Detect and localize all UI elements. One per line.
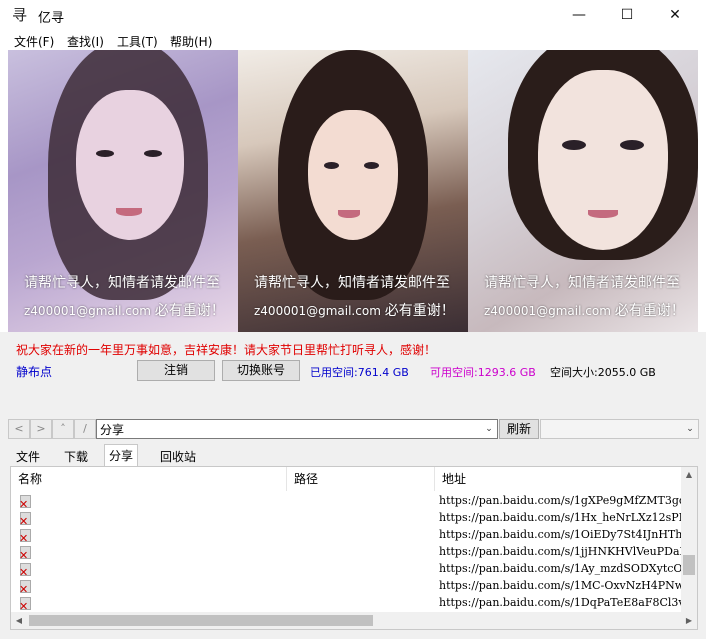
- photo-face: [538, 70, 668, 250]
- column-header-path[interactable]: 路径: [287, 467, 435, 491]
- path-value: 分享: [100, 423, 125, 437]
- row-url: https://pan.baidu.com/s/1MC-OxvNzH4PNw6l: [439, 579, 681, 592]
- path-combobox[interactable]: 分享 ⌄: [96, 419, 498, 439]
- back-button[interactable]: <: [8, 419, 30, 439]
- broken-file-icon: ✕: [19, 512, 31, 527]
- available-space-text: 可用空间:1293.6 GB: [430, 366, 536, 379]
- menu-tools[interactable]: 工具(T): [117, 33, 158, 50]
- total-space-text: 空间大小:2055.0 GB: [550, 366, 656, 379]
- broken-file-icon: ✕: [19, 597, 31, 612]
- row-url: https://pan.baidu.com/s/1OiEDy7St4IJnHTh: [439, 528, 681, 541]
- broken-file-icon: ✕: [19, 546, 31, 561]
- row-url: https://pan.baidu.com/s/1Ay_mzdSODXytcOU: [439, 562, 681, 575]
- row-url: https://pan.baidu.com/s/1DqPaTeE8aF8Cl3v: [439, 596, 681, 609]
- secondary-combobox[interactable]: ⌄: [540, 419, 699, 439]
- forward-button[interactable]: >: [30, 419, 52, 439]
- vertical-scrollbar[interactable]: ▲: [681, 467, 697, 612]
- thanks-text: 必有重谢！: [384, 303, 455, 319]
- broken-file-icon: ✕: [19, 495, 31, 510]
- row-url: https://pan.baidu.com/s/1gXPe9gMfZMT3gqW: [439, 494, 681, 507]
- photo-email-line: z400001@gmail.com 必有重谢！: [24, 300, 225, 320]
- row-url: https://pan.baidu.com/s/1Hx_heNrLXz12sPK: [439, 511, 681, 524]
- scroll-right-icon[interactable]: ▶: [681, 612, 697, 629]
- tab-share[interactable]: 分享: [104, 444, 139, 467]
- broken-file-icon: ✕: [19, 529, 31, 544]
- app-window: 寻 亿寻 — ☐ ✕ 文件(F) 查找(I) 工具(T) 帮助(H) 请帮忙寻人…: [0, 0, 706, 639]
- close-button[interactable]: ✕: [652, 0, 698, 30]
- photo-face: [308, 110, 398, 240]
- photo-caption: 请帮忙寻人，知情者请发邮件至: [254, 275, 450, 291]
- photo-caption: 请帮忙寻人，知情者请发邮件至: [484, 275, 680, 291]
- column-header-name[interactable]: 名称: [11, 467, 287, 491]
- table-row[interactable]: ✕ https://pan.baidu.com/s/1OiEDy7St4IJnH…: [11, 527, 681, 544]
- tab-recycle-bin[interactable]: 回收站: [156, 448, 200, 466]
- banner-photo-3: 请帮忙寻人，知情者请发邮件至 z400001@gmail.com 必有重谢！: [468, 50, 698, 332]
- missing-person-banner: 请帮忙寻人，知情者请发邮件至 z400001@gmail.com 必有重谢！ 请…: [0, 50, 706, 332]
- scroll-up-icon[interactable]: ▲: [681, 467, 697, 483]
- account-link[interactable]: 静布点: [16, 363, 52, 380]
- app-logo-icon: 寻: [12, 6, 28, 24]
- broken-file-icon: ✕: [19, 563, 31, 578]
- contact-email: z400001@gmail.com: [24, 304, 151, 318]
- tab-downloads[interactable]: 下载: [60, 448, 92, 466]
- table-row[interactable]: ✕ https://pan.baidu.com/s/1jjHNKHVlVeuPD…: [11, 544, 681, 561]
- share-list: 名称 路径 地址 ✕ https://pan.baidu.com/s/1gXPe…: [10, 466, 698, 630]
- logout-button[interactable]: 注销: [137, 360, 215, 381]
- horizontal-scrollbar[interactable]: ◀ ▶: [11, 612, 697, 629]
- contact-email: z400001@gmail.com: [254, 304, 381, 318]
- banner-photo-2: 请帮忙寻人，知情者请发邮件至 z400001@gmail.com 必有重谢！: [238, 50, 468, 332]
- holiday-notice: 祝大家在新的一年里万事如意，吉祥安康！请大家节日里帮忙打听寻人，感谢！: [16, 343, 437, 357]
- vertical-scroll-thumb[interactable]: [683, 555, 695, 575]
- menu-file[interactable]: 文件(F): [14, 33, 54, 50]
- table-row[interactable]: ✕ https://pan.baidu.com/s/1MC-OxvNzH4PNw…: [11, 578, 681, 595]
- photo-email-line: z400001@gmail.com 必有重谢！: [254, 300, 455, 320]
- used-space-text: 已用空间:761.4 GB: [310, 366, 409, 379]
- title-bar[interactable]: 寻 亿寻 — ☐ ✕: [0, 0, 706, 30]
- refresh-button[interactable]: 刷新: [499, 419, 539, 439]
- chevron-down-icon[interactable]: ⌄: [481, 420, 497, 438]
- tab-files[interactable]: 文件: [12, 448, 44, 466]
- switch-account-button[interactable]: 切换账号: [222, 360, 300, 381]
- window-title: 亿寻: [38, 11, 65, 26]
- up-button[interactable]: ˄: [52, 419, 74, 439]
- table-row[interactable]: ✕ https://pan.baidu.com/s/1gXPe9gMfZMT3g…: [11, 493, 681, 510]
- root-button[interactable]: /: [74, 419, 96, 439]
- photo-face: [76, 90, 184, 240]
- tab-strip: 文件 下载 分享 回收站: [8, 444, 698, 467]
- horizontal-scroll-thumb[interactable]: [29, 615, 373, 626]
- table-row[interactable]: ✕ https://pan.baidu.com/s/1Hx_heNrLXz12s…: [11, 510, 681, 527]
- chevron-down-icon[interactable]: ⌄: [682, 420, 698, 438]
- menu-find[interactable]: 查找(I): [67, 33, 104, 50]
- table-row[interactable]: ✕ https://pan.baidu.com/s/1Ay_mzdSODXytc…: [11, 561, 681, 578]
- maximize-button[interactable]: ☐: [604, 0, 650, 30]
- list-header: 名称 路径 地址: [11, 467, 681, 491]
- table-row[interactable]: ✕ https://pan.baidu.com/s/1DqPaTeE8aF8Cl…: [11, 595, 681, 612]
- photo-email-line: z400001@gmail.com 必有重谢！: [484, 300, 685, 320]
- banner-photo-1: 请帮忙寻人，知情者请发邮件至 z400001@gmail.com 必有重谢！: [8, 50, 238, 332]
- row-url: https://pan.baidu.com/s/1jjHNKHVlVeuPDaM: [439, 545, 681, 558]
- menu-help[interactable]: 帮助(H): [170, 33, 212, 50]
- broken-file-icon: ✕: [19, 580, 31, 595]
- scroll-left-icon[interactable]: ◀: [11, 612, 27, 629]
- navigation-toolbar: < > ˄ / 分享 ⌄ 刷新 ⌄: [8, 418, 699, 439]
- column-header-url[interactable]: 地址: [435, 467, 682, 491]
- contact-email: z400001@gmail.com: [484, 304, 611, 318]
- menu-bar: 文件(F) 查找(I) 工具(T) 帮助(H): [0, 30, 706, 50]
- photo-caption: 请帮忙寻人，知情者请发邮件至: [24, 275, 220, 291]
- minimize-button[interactable]: —: [556, 0, 602, 30]
- thanks-text: 必有重谢！: [154, 303, 225, 319]
- thanks-text: 必有重谢！: [614, 303, 685, 319]
